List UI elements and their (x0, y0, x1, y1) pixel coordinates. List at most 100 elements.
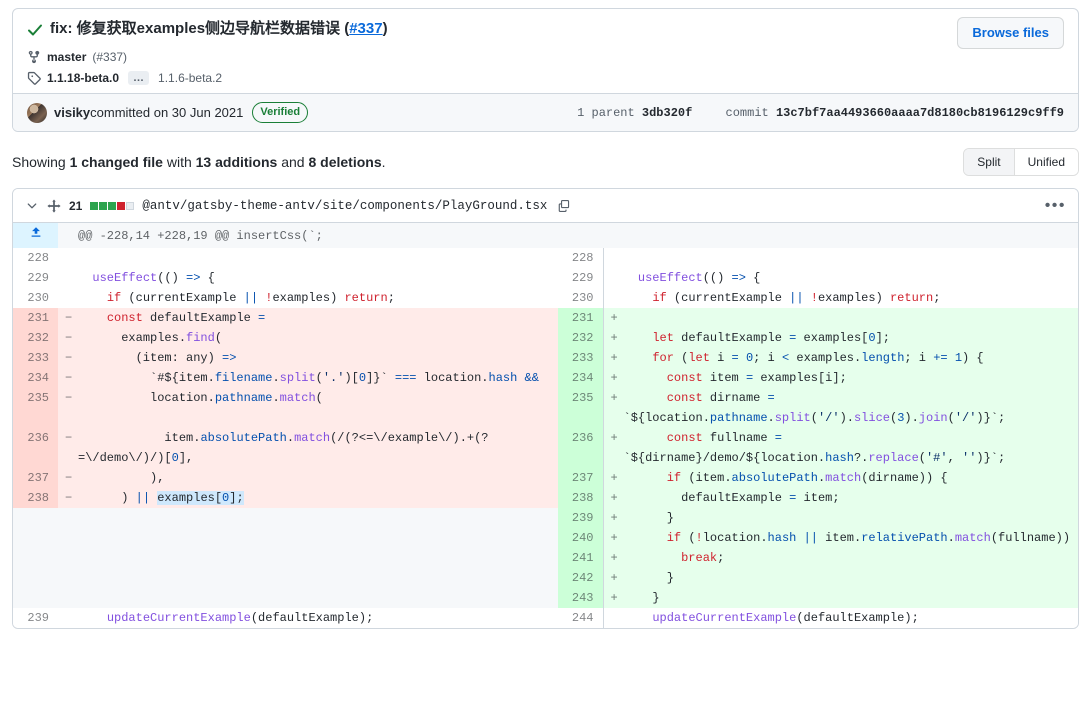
file-path[interactable]: @antv/gatsby-theme-antv/site/components/… (142, 199, 547, 213)
check-icon (27, 22, 43, 43)
summary-with: with (163, 154, 196, 170)
line-number-left[interactable] (13, 588, 58, 608)
code-cell-left[interactable]: useEffect(() => { (58, 268, 558, 288)
code-cell-left[interactable]: − const defaultExample = (58, 308, 558, 328)
code-cell-right[interactable]: + } (603, 588, 1079, 608)
tag-name[interactable]: 1.1.18-beta.0 (47, 71, 119, 85)
code-cell-left[interactable]: − item.absolutePath.match(/(?<=\/example… (58, 428, 558, 468)
diff-row: 238− ) || examples[0];238+ defaultExampl… (13, 488, 1079, 508)
commit-sha[interactable]: 13c7bf7aa4493660aaaa7d8180cb8196129c9ff9 (776, 106, 1064, 120)
copy-icon[interactable] (557, 199, 571, 213)
line-number-right[interactable]: 231 (558, 308, 603, 328)
tag-expand-button[interactable]: … (128, 71, 149, 85)
code-cell-right[interactable]: + for (let i = 0; i < examples.length; i… (603, 348, 1079, 368)
commit-author-name[interactable]: visiky (54, 105, 90, 120)
line-number-right[interactable]: 244 (558, 608, 603, 628)
code-cell-right[interactable]: + let defaultExample = examples[0]; (603, 328, 1079, 348)
line-number-right[interactable]: 240 (558, 528, 603, 548)
line-number-right[interactable]: 237 (558, 468, 603, 488)
commit-issue-link[interactable]: #337 (349, 20, 382, 37)
page-title: fix: 修复获取examples侧边导航栏数据错误 (#337) (50, 19, 388, 39)
code-cell-right[interactable]: + if (!location.hash || item.relativePat… (603, 528, 1079, 548)
diff-marker-right: + (611, 348, 618, 368)
code-cell-left[interactable]: − examples.find( (58, 328, 558, 348)
line-number-left[interactable]: 233 (13, 348, 58, 368)
code-cell-right[interactable]: + if (item.absolutePath.match(dirname)) … (603, 468, 1079, 488)
line-number-left[interactable]: 234 (13, 368, 58, 388)
line-number-left[interactable]: 237 (13, 468, 58, 488)
line-number-right[interactable]: 238 (558, 488, 603, 508)
code-cell-left[interactable]: if (currentExample || !examples) return; (58, 288, 558, 308)
status-badge[interactable]: Verified (252, 102, 308, 123)
code-cell-right[interactable]: useEffect(() => { (603, 268, 1079, 288)
line-number-right[interactable]: 242 (558, 568, 603, 588)
line-number-right[interactable]: 232 (558, 328, 603, 348)
tag-extra-name[interactable]: 1.1.6-beta.2 (158, 71, 222, 85)
diff-marker-right: + (611, 468, 618, 488)
line-number-left[interactable] (13, 568, 58, 588)
code-cell-left[interactable]: − location.pathname.match( (58, 388, 558, 428)
code-cell-left[interactable]: − ), (58, 468, 558, 488)
branch-name[interactable]: master (47, 50, 86, 64)
line-number-left[interactable]: 231 (13, 308, 58, 328)
line-number-right[interactable]: 239 (558, 508, 603, 528)
line-number-left[interactable]: 236 (13, 428, 58, 468)
avatar[interactable] (27, 103, 47, 123)
summary-and: and (277, 154, 308, 170)
expand-up-button[interactable] (13, 223, 58, 248)
code-cell-right[interactable]: + } (603, 568, 1079, 588)
code-cell-left[interactable]: − ) || examples[0]; (58, 488, 558, 508)
line-number-left[interactable]: 232 (13, 328, 58, 348)
parent-sha[interactable]: 3db320f (642, 106, 692, 120)
diff-summary-row: Showing 1 changed file with 13 additions… (12, 148, 1079, 176)
line-number-right[interactable]: 230 (558, 288, 603, 308)
commit-refs: 1 parent 3db320f commit 13c7bf7aa4493660… (577, 106, 1064, 120)
code-cell-left[interactable] (58, 528, 558, 548)
code-cell-right[interactable]: + const item = examples[i]; (603, 368, 1079, 388)
diff-marker-left: − (65, 328, 72, 348)
code-cell-left[interactable]: updateCurrentExample(defaultExample); (58, 608, 558, 628)
line-number-right[interactable]: 243 (558, 588, 603, 608)
code-cell-right[interactable]: + } (603, 508, 1079, 528)
line-number-left[interactable]: 230 (13, 288, 58, 308)
diff-row: 228 228 (13, 248, 1079, 268)
move-diff-icon[interactable] (47, 199, 61, 213)
line-number-left[interactable]: 239 (13, 608, 58, 628)
diff-marker-left: − (65, 388, 72, 408)
line-number-right[interactable]: 233 (558, 348, 603, 368)
line-number-right[interactable]: 229 (558, 268, 603, 288)
line-number-left[interactable]: 228 (13, 248, 58, 268)
code-cell-right[interactable]: if (currentExample || !examples) return; (603, 288, 1079, 308)
line-number-right[interactable]: 235 (558, 388, 603, 428)
chevron-down-icon[interactable] (25, 199, 39, 213)
line-number-left[interactable]: 229 (13, 268, 58, 288)
code-cell-left[interactable] (58, 508, 558, 528)
line-number-right[interactable]: 228 (558, 248, 603, 268)
code-cell-right[interactable]: updateCurrentExample(defaultExample); (603, 608, 1079, 628)
line-number-left[interactable]: 238 (13, 488, 58, 508)
code-cell-left[interactable]: − `#${item.filename.split('.')[0]}` === … (58, 368, 558, 388)
code-cell-left[interactable] (58, 548, 558, 568)
diff-row: 242+ } (13, 568, 1079, 588)
browse-files-button[interactable]: Browse files (957, 17, 1064, 49)
code-cell-right[interactable]: + break; (603, 548, 1079, 568)
code-cell-right[interactable]: + defaultExample = item; (603, 488, 1079, 508)
line-number-left[interactable] (13, 548, 58, 568)
code-cell-left[interactable]: − (item: any) => (58, 348, 558, 368)
code-cell-right[interactable]: + (603, 308, 1079, 328)
kebab-horizontal-icon[interactable]: ••• (1045, 201, 1066, 211)
line-number-left[interactable] (13, 528, 58, 548)
code-cell-left[interactable] (58, 568, 558, 588)
line-number-left[interactable]: 235 (13, 388, 58, 428)
code-cell-left[interactable] (58, 248, 558, 268)
code-cell-right[interactable]: + const fullname = `${dirname}/demo/${lo… (603, 428, 1079, 468)
tab-unified[interactable]: Unified (1014, 149, 1078, 175)
code-cell-right[interactable] (603, 248, 1079, 268)
code-cell-right[interactable]: + const dirname = `${location.pathname.s… (603, 388, 1079, 428)
line-number-right[interactable]: 234 (558, 368, 603, 388)
line-number-right[interactable]: 236 (558, 428, 603, 468)
code-cell-left[interactable] (58, 588, 558, 608)
tab-split[interactable]: Split (964, 149, 1013, 175)
line-number-right[interactable]: 241 (558, 548, 603, 568)
line-number-left[interactable] (13, 508, 58, 528)
